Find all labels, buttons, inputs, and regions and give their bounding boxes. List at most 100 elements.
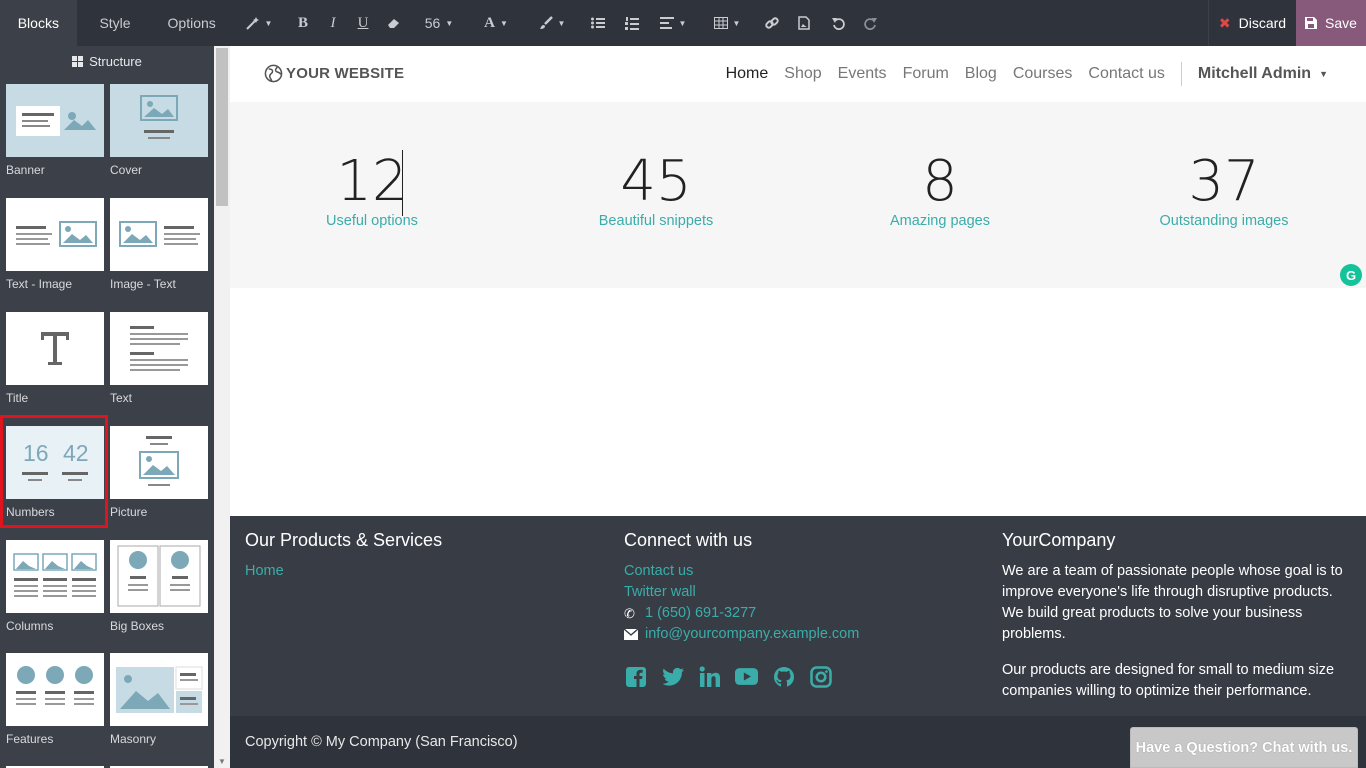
eraser-button[interactable] <box>378 0 410 46</box>
nav-item-courses[interactable]: Courses <box>1013 65 1073 83</box>
snippet-picture[interactable]: Picture <box>110 426 208 519</box>
insert-media-button[interactable] <box>788 0 820 46</box>
snippet-banner[interactable]: Banner <box>6 84 104 177</box>
github-icon[interactable] <box>772 665 795 688</box>
text-image-thumbnail <box>6 198 104 271</box>
snippet-big-boxes[interactable]: Big Boxes <box>110 540 208 633</box>
envelope-icon <box>624 629 638 640</box>
nav-item-events[interactable]: Events <box>838 65 887 83</box>
snippet-panel: Structure Banner Cover Text - Image Imag… <box>0 46 214 768</box>
copyright-text: Copyright © My Company (San Francisco) <box>245 734 518 750</box>
scroll-down-icon[interactable]: ▼ <box>214 754 230 768</box>
number-label[interactable]: Beautiful snippets <box>514 213 798 229</box>
italic-button[interactable]: I <box>318 0 348 46</box>
background-color-dropdown[interactable]: ▼ <box>524 0 580 46</box>
snippet-label: Picture <box>110 505 148 519</box>
font-color-dropdown[interactable]: A ▼ <box>468 0 524 46</box>
align-dropdown[interactable]: ▼ <box>648 0 698 46</box>
text-cursor <box>402 150 403 216</box>
columns-thumbnail <box>6 540 104 613</box>
banner-thumbnail <box>6 84 104 157</box>
number-value[interactable]: 37 <box>1082 150 1366 214</box>
undo-button[interactable] <box>820 0 856 46</box>
twitter-icon[interactable] <box>661 665 684 688</box>
cover-thumbnail <box>110 84 208 157</box>
snippet-masonry[interactable]: Masonry <box>110 653 208 746</box>
number-label[interactable]: Amazing pages <box>798 213 1082 229</box>
number-value[interactable]: 12 <box>230 150 514 214</box>
table-dropdown[interactable]: ▼ <box>698 0 756 46</box>
bold-button[interactable]: B <box>288 0 318 46</box>
picture-thumbnail <box>110 426 208 499</box>
footer-email[interactable]: info@yourcompany.example.com <box>624 624 984 645</box>
snippet-label: Cover <box>110 163 143 177</box>
footer-products: Our Products & Services Home <box>245 530 605 582</box>
snippet-label: Numbers <box>6 505 55 519</box>
youtube-icon[interactable] <box>735 665 758 688</box>
font-size-dropdown[interactable]: 56 ▼ <box>410 0 468 46</box>
insert-link-button[interactable] <box>756 0 788 46</box>
snippet-cover[interactable]: Cover <box>110 84 208 177</box>
magic-wand-dropdown[interactable]: ▼ <box>230 0 288 46</box>
snippet-features[interactable]: Features <box>6 653 104 746</box>
footer-phone[interactable]: ✆ 1 (650) 691-3277 <box>624 603 984 624</box>
snippet-text-image[interactable]: Text - Image <box>6 198 104 291</box>
nav-item-home[interactable]: Home <box>726 65 769 83</box>
redo-button[interactable] <box>856 0 884 46</box>
footer-link-contact[interactable]: Contact us <box>624 561 984 582</box>
thumb-number: 16 <box>23 440 49 466</box>
live-chat-button[interactable]: Have a Question? Chat with us. <box>1130 727 1358 768</box>
bullet-list-button[interactable] <box>580 0 616 46</box>
snippet-label: Big Boxes <box>110 619 165 633</box>
facebook-icon[interactable] <box>624 665 647 688</box>
scrollbar-thumb[interactable] <box>216 48 228 206</box>
snippet-label: Text <box>110 391 133 405</box>
company-description: We are a team of passionate people whose… <box>1002 563 1343 642</box>
snippet-text[interactable]: Text <box>110 312 208 405</box>
sidebar-tabs: Blocks Style Options <box>0 0 230 46</box>
number-item: 12 Useful options <box>230 150 514 230</box>
link-icon <box>765 17 779 29</box>
font-color-icon: A <box>484 14 495 31</box>
user-menu[interactable]: Mitchell Admin ▼ <box>1198 65 1328 83</box>
image-file-icon <box>798 16 810 30</box>
number-value[interactable]: 45 <box>514 150 798 214</box>
snippet-numbers[interactable]: 16 42 Numbers <box>6 426 104 519</box>
tab-options[interactable]: Options <box>153 0 230 46</box>
snippet-label: Title <box>6 391 29 405</box>
number-label[interactable]: Useful options <box>230 213 514 229</box>
font-size-value: 56 <box>424 15 441 31</box>
italic-icon: I <box>330 14 336 31</box>
grammarly-icon[interactable]: G <box>1340 264 1362 286</box>
footer-link-twitter-wall[interactable]: Twitter wall <box>624 582 984 603</box>
linkedin-icon[interactable] <box>698 665 721 688</box>
number-label[interactable]: Outstanding images <box>1082 213 1366 229</box>
footer-connect: Connect with us Contact us Twitter wall … <box>624 530 984 688</box>
nav-item-contact-us[interactable]: Contact us <box>1088 65 1164 83</box>
discard-button[interactable]: ✖ Discard <box>1208 0 1296 46</box>
number-item: 8 Amazing pages <box>798 150 1082 230</box>
tab-style[interactable]: Style <box>77 0 154 46</box>
nav-item-blog[interactable]: Blog <box>965 65 997 83</box>
site-logo[interactable]: YOUR WEBSITE <box>264 64 404 83</box>
nav-item-shop[interactable]: Shop <box>784 65 821 83</box>
main-nav: Home Shop Events Forum Blog Courses Cont… <box>710 46 1328 102</box>
number-value[interactable]: 8 <box>798 150 1082 214</box>
numbered-list-button[interactable] <box>616 0 648 46</box>
underline-button[interactable]: U <box>348 0 378 46</box>
table-icon <box>713 17 728 29</box>
chevron-down-icon: ▼ <box>732 18 741 28</box>
save-button[interactable]: Save <box>1296 0 1366 46</box>
footer-company: YourCompany We are a team of passionate … <box>1002 530 1352 702</box>
tab-blocks[interactable]: Blocks <box>0 0 77 46</box>
nav-item-forum[interactable]: Forum <box>903 65 949 83</box>
snippet-columns[interactable]: Columns <box>6 540 104 633</box>
user-name: Mitchell Admin <box>1197 65 1312 82</box>
bold-icon: B <box>297 14 308 31</box>
instagram-icon[interactable] <box>809 665 832 688</box>
snippet-title[interactable]: Title <box>6 312 104 405</box>
footer-link-home[interactable]: Home <box>245 561 605 582</box>
big-boxes-thumbnail <box>110 540 208 613</box>
snippet-label: Image - Text <box>110 277 176 291</box>
snippet-image-text[interactable]: Image - Text <box>110 198 208 291</box>
